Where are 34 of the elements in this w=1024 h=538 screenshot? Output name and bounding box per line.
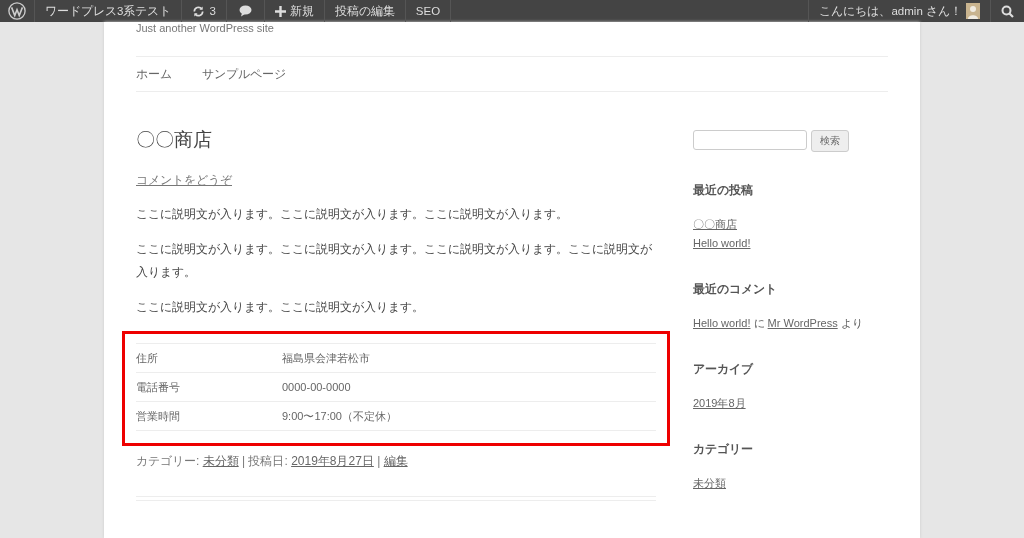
sidebar-link[interactable]: 2019年8月 — [693, 394, 883, 413]
search-button[interactable]: 検索 — [811, 130, 849, 152]
sidebar-link[interactable]: Hello world! — [693, 317, 751, 329]
sidebar-link[interactable]: 〇〇商店 — [693, 215, 883, 234]
comment-link[interactable]: コメントをどうぞ — [136, 172, 232, 189]
recent-comment: Hello world! に Mr WordPress より — [693, 316, 864, 331]
field-value: 0000-00-0000 — [282, 372, 656, 402]
plus-icon — [274, 5, 286, 17]
field-value: 9:00〜17:00（不定休） — [282, 401, 656, 431]
field-value: 福島県会津若松市 — [282, 343, 656, 373]
widget-title: カテゴリー — [693, 441, 754, 458]
body-paragraph: ここに説明文が入ります。ここに説明文が入ります。ここに説明文が入ります。ここに説明文が入ります。 — [136, 241, 653, 281]
meta-link[interactable]: 未分類 — [202, 454, 239, 468]
meta-link[interactable]: 編集 — [383, 454, 408, 468]
nav-link[interactable]: サンプルページ — [202, 65, 286, 83]
sidebar-link[interactable]: Hello world! — [693, 234, 883, 253]
post-meta: カテゴリー: 未分類 | 投稿日: 2019年8月27日 | 編集 — [136, 454, 409, 468]
widget-title: アーカイブ — [693, 361, 755, 378]
avatar-icon — [966, 3, 980, 19]
post-title: 〇〇商店 — [136, 128, 213, 152]
body-paragraph: ここに説明文が入ります。ここに説明文が入ります。ここに説明文が入ります。 — [136, 206, 569, 223]
body-paragraph: ここに説明文が入ります。ここに説明文が入ります。 — [136, 299, 425, 316]
field-label: 電話番号 — [136, 372, 282, 402]
meta-link[interactable]: 2019年8月27日 — [291, 454, 374, 468]
field-label: 住所 — [136, 343, 282, 373]
sidebar-link[interactable]: Mr WordPress — [767, 317, 838, 329]
widget-title: 最近の投稿 — [693, 182, 754, 199]
sidebar-link[interactable]: 未分類 — [693, 474, 883, 493]
search-field[interactable] — [693, 130, 807, 150]
field-label: 営業時間 — [136, 401, 282, 431]
refresh-icon — [192, 4, 206, 18]
site-tagline: Just another WordPress site — [136, 22, 275, 36]
widget-title: 最近のコメント — [693, 281, 778, 298]
nav-link[interactable]: ホーム — [136, 65, 172, 83]
